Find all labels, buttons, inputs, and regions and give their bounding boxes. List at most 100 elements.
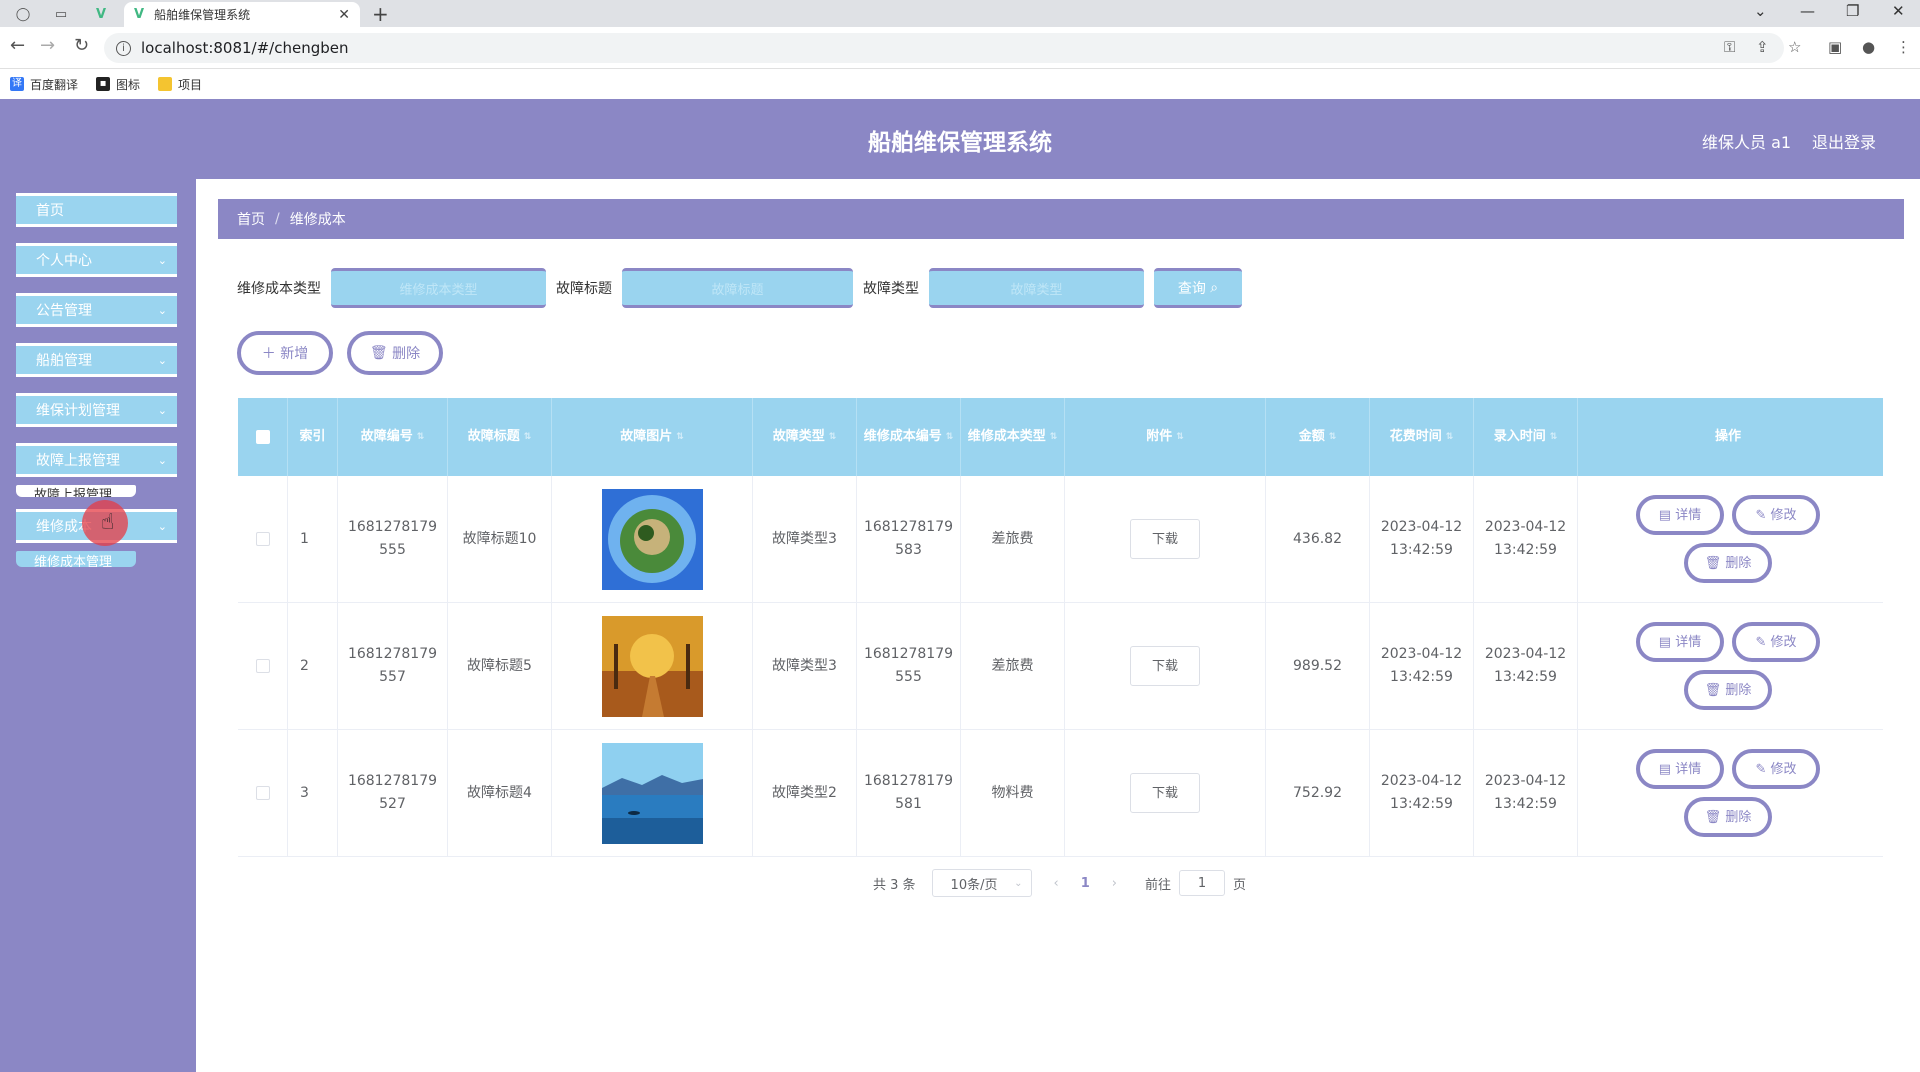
fault-title-input[interactable]: 故障标题 <box>622 268 853 308</box>
share-icon[interactable]: ⇪ <box>1756 38 1769 56</box>
page-size-select[interactable]: 10条/页 ⌄ <box>931 869 1032 897</box>
index-cell: 1 <box>288 476 338 602</box>
delete-button[interactable]: 🗑 删除 <box>1684 670 1772 710</box>
fault-type-input[interactable]: 故障类型 <box>929 268 1144 308</box>
browser-tab-strip: ◯ ▭ V V 船舶维保管理系统 ✕ + ⌄ — ❐ ✕ <box>0 0 1920 27</box>
vue-tab-icon[interactable]: V <box>86 4 116 24</box>
download-button[interactable]: 下载 <box>1130 519 1200 559</box>
chevron-down-icon: ⌄ <box>157 453 167 467</box>
restore-icon[interactable]: ❐ <box>1846 2 1859 20</box>
key-icon[interactable]: ⚿ <box>1724 38 1735 56</box>
breadcrumb-current: 维修成本 <box>289 212 346 228</box>
query-button[interactable]: 查询 ⌕ <box>1154 268 1242 308</box>
col-fault-image[interactable]: 故障图片 ⇅ <box>552 398 753 476</box>
url-text: localhost:8081/#/chengben <box>141 39 349 57</box>
tab-search-icon[interactable]: ⌄ <box>1754 2 1767 20</box>
col-attachment[interactable]: 附件 ⇅ <box>1065 398 1266 476</box>
bookmark-icons[interactable]: ▪ 图标 <box>96 76 140 93</box>
sidebar-item-notice[interactable]: 公告管理 ⌄ <box>16 293 177 327</box>
batch-delete-button[interactable]: 🗑 删除 <box>347 331 443 375</box>
entry-time-cell: 2023-04-12 13:42:59 <box>1474 603 1578 729</box>
sidebar-item-plan[interactable]: 维保计划管理 ⌄ <box>16 393 177 427</box>
add-button[interactable]: ＋ 新增 <box>237 331 333 375</box>
minimize-icon[interactable]: — <box>1800 2 1815 20</box>
pencil-icon: ✎ <box>1755 634 1767 650</box>
goto-page-input[interactable]: 1 <box>1179 870 1226 896</box>
sidebar-item-personal[interactable]: 个人中心 ⌄ <box>16 243 177 277</box>
cost-type-cell: 物料费 <box>961 730 1065 856</box>
row-checkbox[interactable] <box>255 659 270 673</box>
folder-icon <box>158 77 173 91</box>
spend-time-cell: 2023-04-12 13:42:59 <box>1370 476 1474 602</box>
breadcrumb-home[interactable]: 首页 <box>237 209 265 229</box>
download-button[interactable]: 下载 <box>1130 646 1200 686</box>
amount-cell: 989.52 <box>1266 603 1370 729</box>
col-amount[interactable]: 金额 ⇅ <box>1266 398 1370 476</box>
sort-icon: ⇅ <box>676 432 684 442</box>
col-cost-no[interactable]: 维修成本编号 ⇅ <box>857 398 961 476</box>
delete-button[interactable]: 🗑 删除 <box>1684 797 1772 837</box>
back-icon[interactable]: ← <box>10 35 25 56</box>
fault-image-cell <box>552 730 753 856</box>
col-cost-type[interactable]: 维修成本类型 ⇅ <box>961 398 1065 476</box>
bookmark-project[interactable]: 项目 <box>158 76 202 93</box>
forward-icon[interactable]: → <box>40 35 55 56</box>
attachment-cell: 下载 <box>1065 730 1266 856</box>
select-all-checkbox[interactable] <box>255 430 270 444</box>
edit-button[interactable]: ✎ 修改 <box>1732 749 1820 789</box>
star-icon[interactable]: ☆ <box>1788 38 1801 56</box>
chevron-down-icon: ⌄ <box>157 253 167 267</box>
sidebar-sub-fault[interactable]: 故障上报管理 <box>16 485 136 497</box>
globe-icon[interactable]: ◯ <box>8 4 38 24</box>
col-fault-title[interactable]: 故障标题 ⇅ <box>448 398 552 476</box>
current-user: 维保人员 a1 <box>1702 133 1792 152</box>
col-spend-time[interactable]: 花费时间 ⇅ <box>1370 398 1474 476</box>
edit-button[interactable]: ✎ 修改 <box>1732 622 1820 662</box>
sort-icon: ⇅ <box>1328 432 1337 442</box>
detail-button[interactable]: ▤ 详情 <box>1636 749 1724 789</box>
chevron-down-icon: ⌄ <box>157 303 167 317</box>
active-tab[interactable]: V 船舶维保管理系统 ✕ <box>124 2 360 27</box>
url-field[interactable]: i localhost:8081/#/chengben <box>104 33 1784 63</box>
col-entry-time[interactable]: 录入时间 ⇅ <box>1474 398 1578 476</box>
fault-type-cell: 故障类型2 <box>753 730 857 856</box>
detail-button[interactable]: ▤ 详情 <box>1636 495 1724 535</box>
delete-button[interactable]: 🗑 删除 <box>1684 543 1772 583</box>
edit-button[interactable]: ✎ 修改 <box>1732 495 1820 535</box>
sidebar-item-ship[interactable]: 船舶管理 ⌄ <box>16 343 177 377</box>
col-fault-type[interactable]: 故障类型 ⇅ <box>753 398 857 476</box>
sidepanel-icon[interactable]: ▣ <box>1828 38 1842 56</box>
close-tab-icon[interactable]: ✕ <box>338 7 350 23</box>
row-select-cell <box>238 603 288 729</box>
blank-tab-icon[interactable]: ▭ <box>46 4 76 24</box>
fault-image-lake[interactable] <box>601 742 703 844</box>
sidebar-item-fault[interactable]: 故障上报管理 ⌄ <box>16 443 177 477</box>
prev-page-icon[interactable]: ‹ <box>1054 876 1059 891</box>
fault-type-cell: 故障类型3 <box>753 476 857 602</box>
profile-icon[interactable]: ● <box>1862 38 1875 56</box>
reload-icon[interactable]: ↻ <box>74 35 89 56</box>
bookmarks-bar: 译百度翻译 ▪ 图标 项目 <box>0 69 1920 99</box>
row-checkbox[interactable] <box>255 532 270 546</box>
new-tab-button[interactable]: + <box>372 2 389 26</box>
detail-button[interactable]: ▤ 详情 <box>1636 622 1724 662</box>
col-fault-no[interactable]: 故障编号 ⇅ <box>338 398 448 476</box>
fault-image-autumn[interactable] <box>601 615 703 717</box>
close-window-icon[interactable]: ✕ <box>1892 2 1905 20</box>
site-info-icon[interactable]: i <box>116 40 131 56</box>
sidebar-item-home[interactable]: 首页 <box>16 193 177 227</box>
page-unit-label: 页 <box>1233 877 1247 893</box>
download-button[interactable]: 下载 <box>1130 773 1200 813</box>
breadcrumb-separator: / <box>275 211 280 227</box>
next-page-icon[interactable]: › <box>1112 876 1117 891</box>
sidebar-sub-cost-manage[interactable]: 维修成本管理 <box>16 551 136 567</box>
fault-image-planet[interactable] <box>601 488 703 590</box>
sort-icon: ⇅ <box>416 432 425 442</box>
menu-dots-icon[interactable]: ⋮ <box>1896 38 1911 56</box>
bookmark-translate[interactable]: 译百度翻译 <box>10 76 78 93</box>
cost-table: 索引 故障编号 ⇅ 故障标题 ⇅ 故障图片 ⇅ 故障类型 ⇅ 维修成本编号 ⇅ 维修成本类… <box>238 398 1883 857</box>
logout-link[interactable]: 退出登录 <box>1812 129 1876 153</box>
page-number-current[interactable]: 1 <box>1081 876 1090 891</box>
row-checkbox[interactable] <box>255 786 270 800</box>
cost-type-input[interactable]: 维修成本类型 <box>331 268 546 308</box>
